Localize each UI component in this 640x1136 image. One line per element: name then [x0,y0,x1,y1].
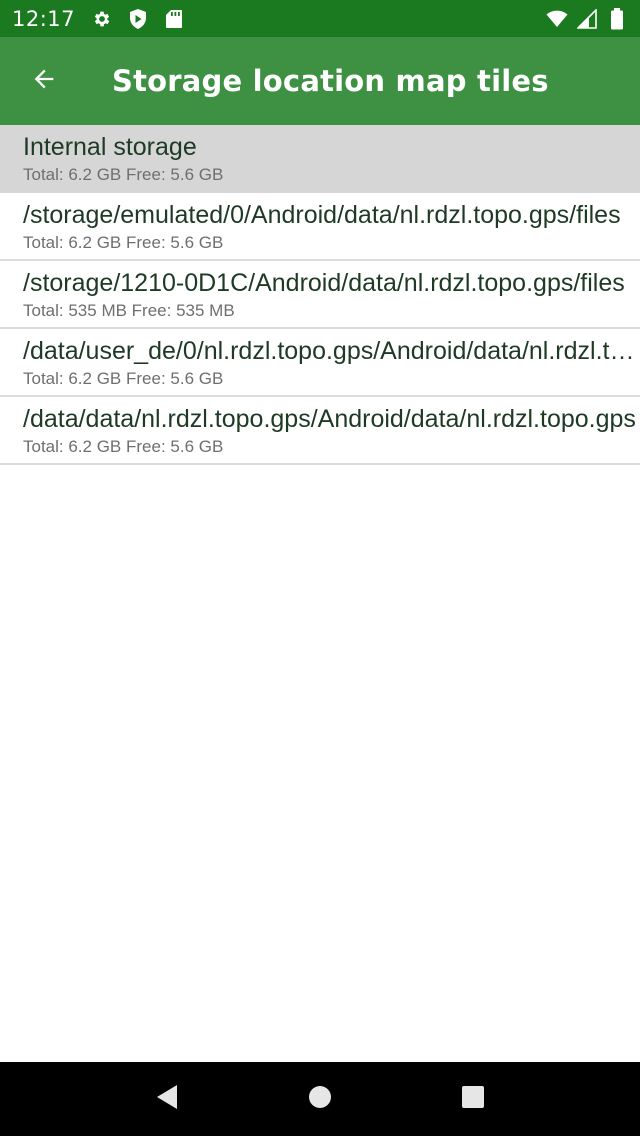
storage-option-capacity: Total: 6.2 GB Free: 5.6 GB [23,165,224,184]
storage-option-title: /storage/emulated/0/Android/data/nl.rdzl… [23,201,621,229]
wifi-icon [546,8,568,30]
arrow-back-icon [30,65,58,97]
sd-card-icon [163,8,185,30]
battery-icon [606,7,628,30]
storage-option-capacity: Total: 6.2 GB Free: 5.6 GB [23,369,224,388]
status-bar: 12:17 [0,0,640,37]
storage-option-title: /data/user_de/0/nl.rdzl.topo.gps/Android… [23,337,637,365]
storage-list: Internal storage Total: 6.2 GB Free: 5.6… [0,125,640,465]
app-bar: Storage location map tiles [0,37,640,125]
nav-home-button[interactable] [290,1069,350,1129]
storage-option-capacity: Total: 6.2 GB Free: 5.6 GB [23,233,224,252]
shield-icon [127,8,149,30]
screen: 12:17 Storage location map tiles Interna… [0,0,640,1136]
page-title: Storage location map tiles [112,64,549,98]
storage-option-title: /storage/1210-0D1C/Android/data/nl.rdzl.… [23,269,625,297]
nav-back-button[interactable] [137,1069,197,1129]
signal-icon [576,8,598,30]
back-triangle-icon [155,1084,179,1114]
storage-option-title: /data/data/nl.rdzl.topo.gps/Android/data… [23,405,636,433]
storage-option-emulated[interactable]: /storage/emulated/0/Android/data/nl.rdzl… [0,193,640,261]
back-button[interactable] [0,37,88,125]
gear-icon [91,8,113,30]
system-nav-bar [0,1062,640,1136]
storage-option-sd-card[interactable]: /storage/1210-0D1C/Android/data/nl.rdzl.… [0,261,640,329]
status-time: 12:17 [12,6,76,31]
status-left-icons [91,8,185,30]
nav-recents-button[interactable] [443,1069,503,1129]
status-right-icons [546,7,628,30]
storage-option-internal[interactable]: Internal storage Total: 6.2 GB Free: 5.6… [0,125,640,193]
storage-option-capacity: Total: 535 MB Free: 535 MB [23,301,235,320]
storage-option-capacity: Total: 6.2 GB Free: 5.6 GB [23,437,224,456]
recents-square-icon [461,1085,485,1113]
storage-option-title: Internal storage [23,133,197,161]
home-circle-icon [308,1085,332,1113]
storage-option-user-de[interactable]: /data/user_de/0/nl.rdzl.topo.gps/Android… [0,329,640,397]
storage-option-data-data[interactable]: /data/data/nl.rdzl.topo.gps/Android/data… [0,397,640,465]
